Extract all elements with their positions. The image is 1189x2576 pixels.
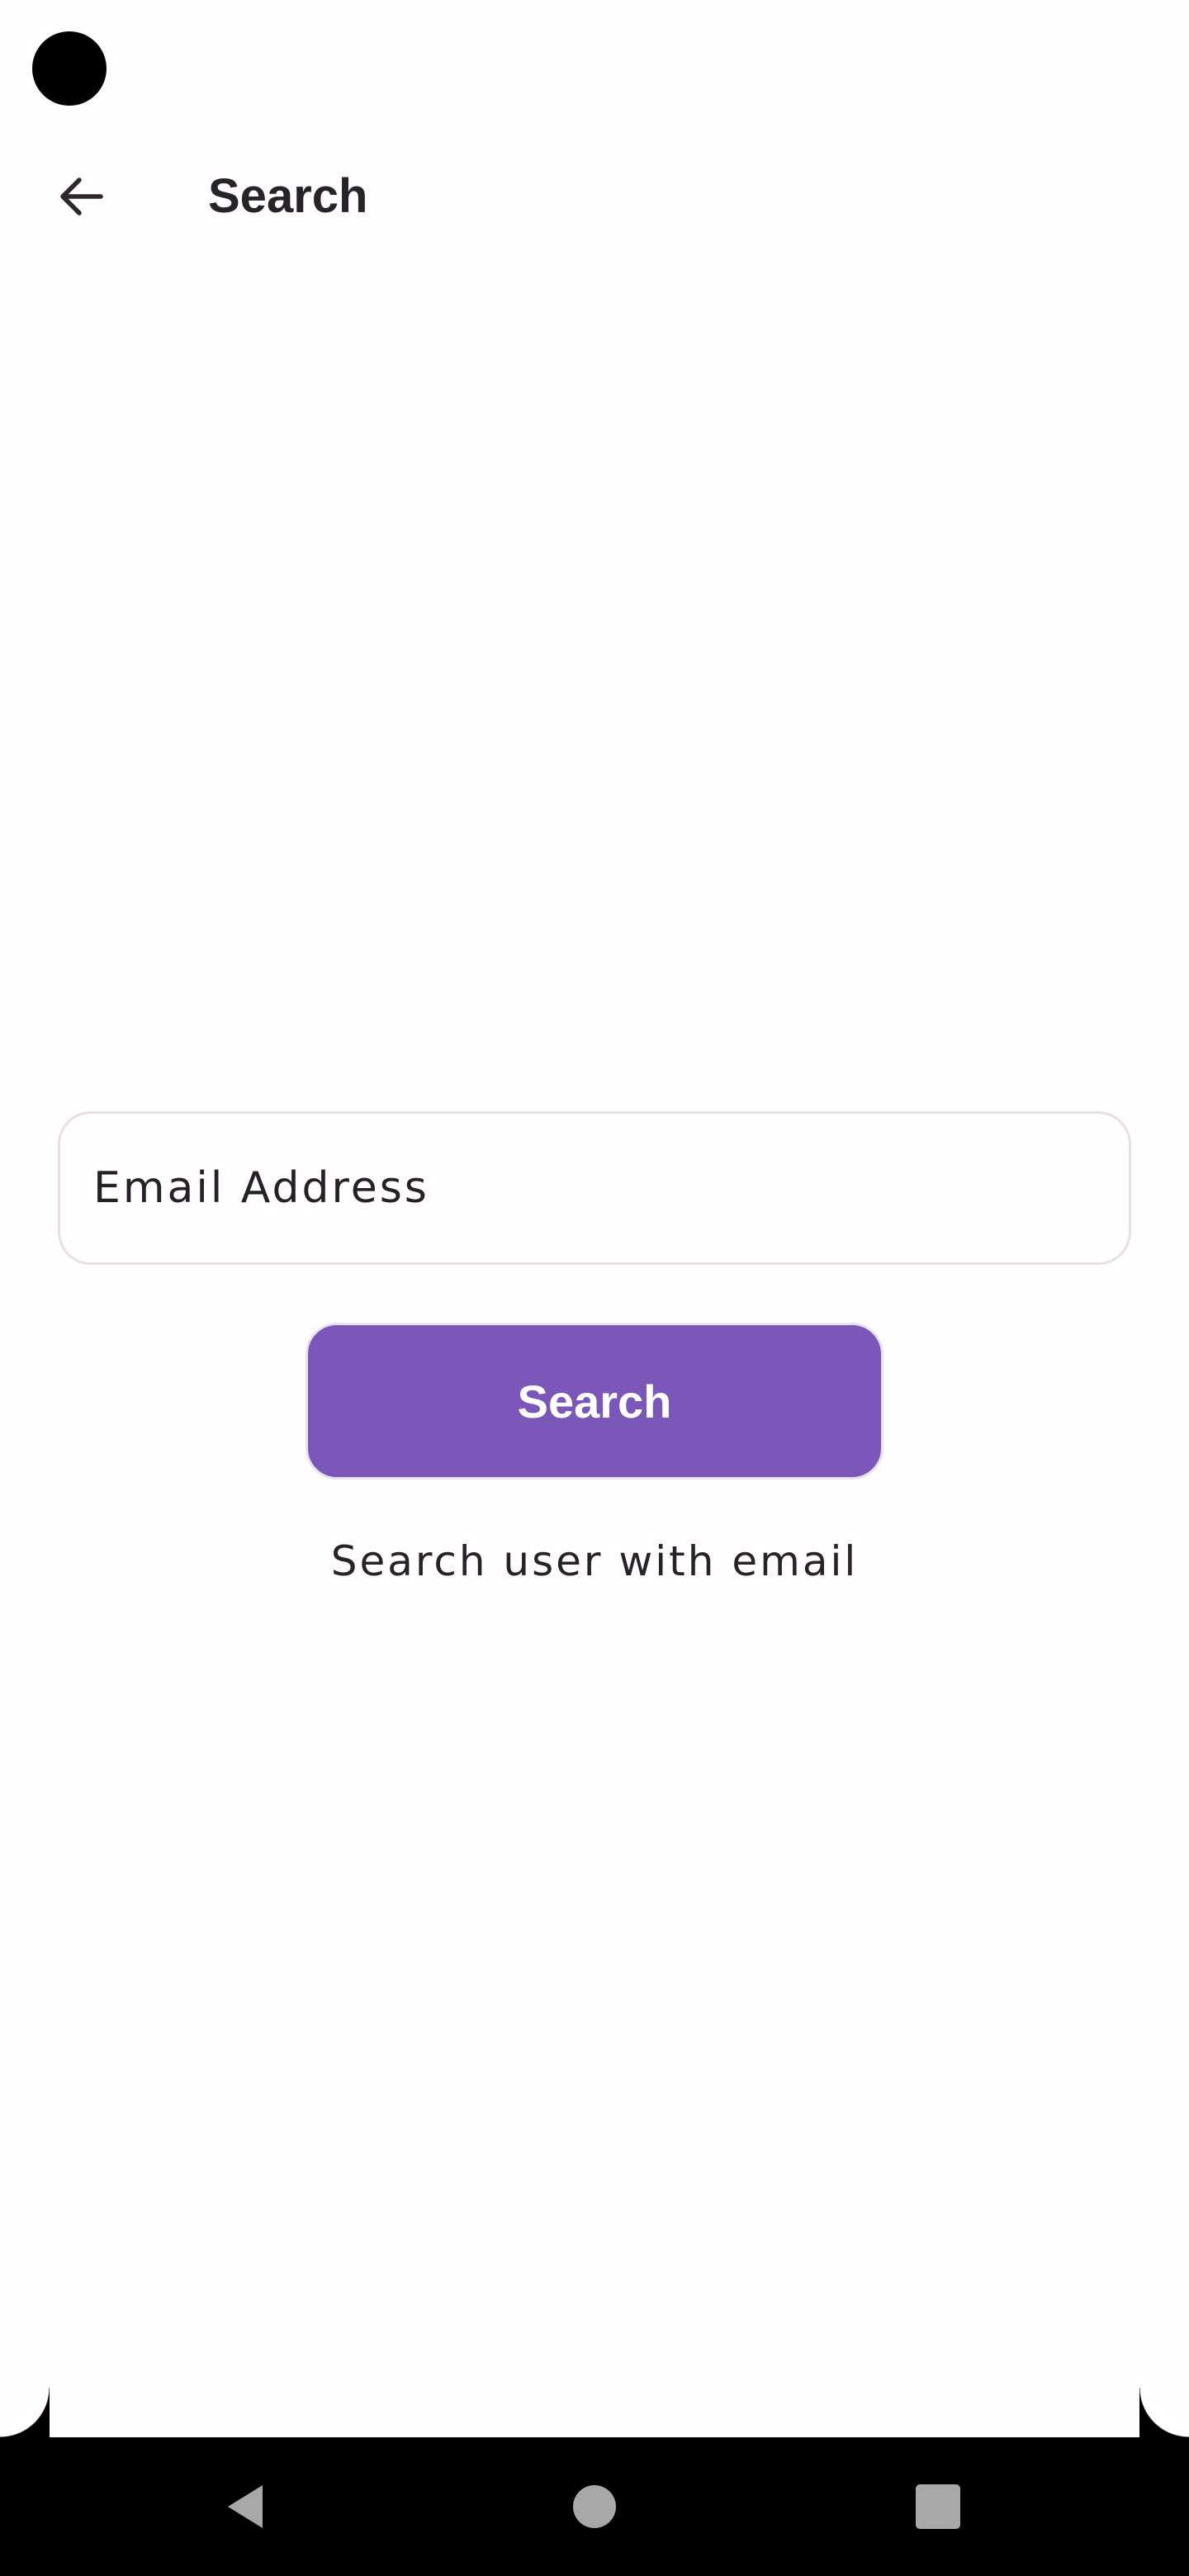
square-recents-icon xyxy=(916,2484,960,2529)
arrow-left-icon xyxy=(60,178,103,215)
back-button[interactable] xyxy=(41,157,121,236)
system-navigation-bar xyxy=(0,2388,1189,2576)
email-field[interactable] xyxy=(58,1111,1131,1265)
circle-home-icon xyxy=(573,2485,616,2528)
nav-recents-button[interactable] xyxy=(898,2467,978,2546)
search-button[interactable]: Search xyxy=(306,1323,883,1480)
camera-cutout xyxy=(32,31,107,106)
nav-home-button[interactable] xyxy=(555,2467,634,2546)
search-helper-text: Search user with email xyxy=(330,1537,859,1585)
search-screen: Search Search Search user with email xyxy=(0,0,1189,2576)
triangle-back-icon xyxy=(228,2485,263,2528)
app-bar: Search xyxy=(0,140,1189,248)
nav-back-button[interactable] xyxy=(208,2467,287,2546)
page-title: Search xyxy=(208,169,368,223)
